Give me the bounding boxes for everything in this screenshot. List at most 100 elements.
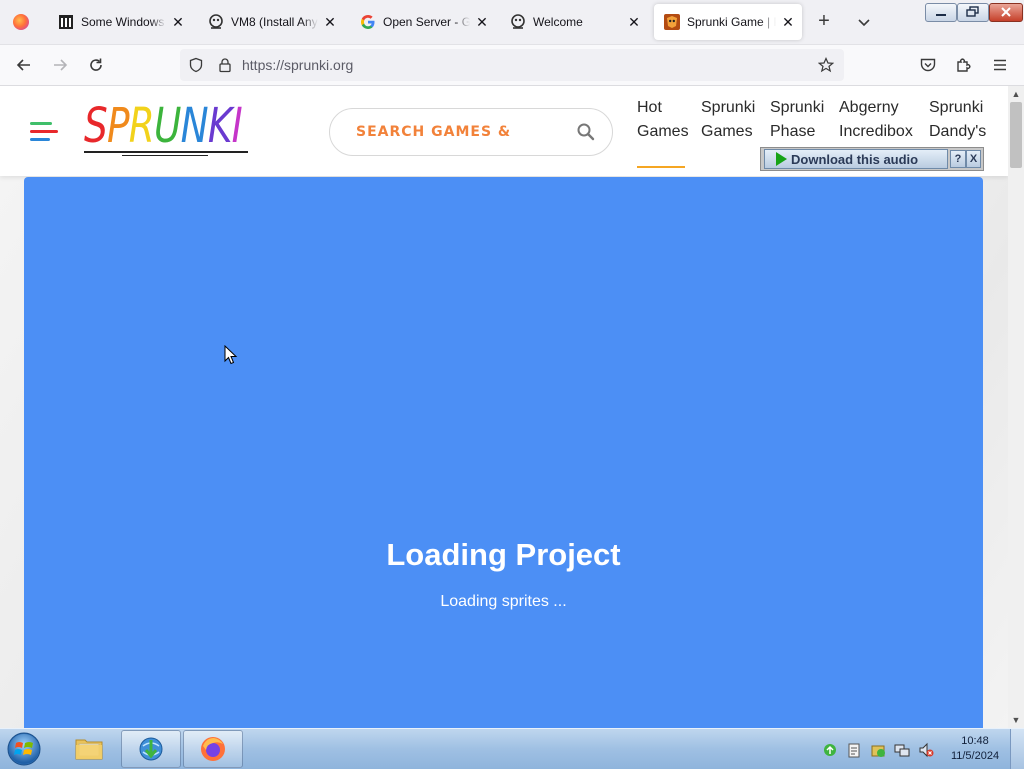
scroll-thumb[interactable] (1010, 102, 1022, 168)
site-header: SPRUNKI SEARCH GAMES & Hot Games Sprunki… (0, 86, 1008, 176)
logo-letter: U (154, 98, 181, 154)
pocket-button[interactable] (914, 52, 942, 78)
tab-close-button[interactable]: ✕ (322, 14, 338, 30)
nav-sprunki-phase[interactable]: Sprunki Phase (770, 96, 824, 144)
nav-active-indicator (637, 166, 685, 168)
nav-label-line2: Phase (770, 123, 816, 140)
tab-4-active[interactable]: Sprunki Game | Pl ✕ (654, 4, 802, 40)
google-icon (360, 14, 376, 30)
tab-2[interactable]: Open Server - Go ✕ (350, 4, 496, 40)
logo-letter: P (106, 98, 130, 154)
web-page: SPRUNKI SEARCH GAMES & Hot Games Sprunki… (0, 86, 1008, 728)
firefox-view-button[interactable] (0, 0, 42, 44)
search-box[interactable]: SEARCH GAMES & (329, 108, 613, 156)
restore-icon (966, 6, 979, 17)
lock-icon[interactable] (217, 57, 233, 73)
tab-1[interactable]: VM8 (Install Any O ✕ (198, 4, 344, 40)
nav-label-line1: Sprunki (770, 99, 825, 116)
new-tab-button[interactable]: + (812, 10, 836, 34)
taskbar-firefox[interactable] (183, 730, 243, 768)
tab-close-button[interactable]: ✕ (626, 14, 642, 30)
reload-button[interactable] (82, 52, 110, 78)
tab-close-button[interactable]: ✕ (170, 14, 186, 30)
tab-title: Open Server - Go (383, 15, 470, 29)
forward-button[interactable] (46, 52, 74, 78)
nav-label-line1: Hot (637, 99, 662, 116)
tab-title: Sprunki Game | Pl (687, 15, 776, 29)
app-menu-button[interactable] (986, 52, 1014, 78)
network-icon[interactable] (894, 742, 910, 758)
restore-button[interactable] (957, 3, 989, 22)
start-button[interactable] (4, 731, 44, 767)
logo-letter: R (128, 98, 155, 154)
windows-start-icon (7, 732, 41, 766)
logo-letter: I (231, 98, 243, 154)
security-icon[interactable] (870, 742, 886, 758)
minimize-icon (936, 14, 946, 16)
system-clock[interactable]: 10:48 11/5/2024 (944, 734, 1006, 764)
download-manager-icon (139, 737, 163, 761)
download-help-button[interactable]: ? (950, 150, 966, 168)
clock-time: 10:48 (961, 735, 989, 747)
scroll-up-icon[interactable]: ▲ (1008, 86, 1024, 102)
download-audio-button[interactable]: Download this audio (764, 149, 948, 169)
firefox-icon (201, 737, 225, 761)
scroll-down-icon[interactable]: ▼ (1008, 712, 1024, 728)
logo-letter: N (180, 98, 209, 154)
close-icon (1001, 7, 1011, 17)
taskbar-download-manager[interactable] (121, 730, 181, 768)
page-scrollbar[interactable]: ▲ ▼ (1008, 86, 1024, 728)
nav-label-line2: Dandy's (929, 123, 987, 140)
address-bar[interactable]: https://sprunki.org (180, 49, 844, 81)
close-window-button[interactable] (989, 3, 1023, 22)
back-button[interactable] (10, 52, 38, 78)
download-audio-bar: Download this audio ? X (760, 147, 984, 171)
nav-hot-games[interactable]: Hot Games (637, 96, 689, 144)
logo-letter: K (207, 98, 233, 154)
network-sync-icon[interactable] (822, 742, 838, 758)
search-input[interactable]: SEARCH GAMES & (356, 124, 511, 140)
download-close-button[interactable]: X (966, 150, 981, 168)
nav-label-line1: Sprunki (701, 99, 756, 116)
tab-0[interactable]: Some Windows 8 ✕ (48, 4, 192, 40)
show-desktop-button[interactable] (1010, 729, 1024, 769)
navigation-toolbar: https://sprunki.org (0, 45, 1024, 86)
volume-muted-icon[interactable] (918, 742, 934, 758)
hamburger-menu-icon[interactable] (30, 122, 58, 142)
loading-status: Loading sprites ... (440, 593, 567, 610)
tab-title: Welcome (533, 15, 583, 29)
logo-letter: S (84, 98, 108, 154)
tab-title: VM8 (Install Any O (231, 15, 318, 29)
clock-date: 11/5/2024 (950, 750, 1000, 762)
nav-sprunki-games[interactable]: Sprunki Games (701, 96, 755, 144)
nav-sprunki-dandys[interactable]: Sprunki Dandy's (929, 96, 986, 144)
minimize-button[interactable] (925, 3, 957, 22)
tab-close-button[interactable]: ✕ (780, 14, 796, 30)
search-icon[interactable] (576, 122, 596, 142)
star-bookmark-icon[interactable] (818, 57, 834, 73)
arrow-left-icon (16, 59, 30, 71)
arrow-right-icon (54, 59, 68, 71)
clipboard-icon[interactable] (846, 742, 862, 758)
menu-icon (994, 59, 1006, 71)
tab-strip: Some Windows 8 ✕ VM8 (Install Any O ✕ Op… (0, 0, 1024, 45)
logo-text: SPRUNKI (84, 98, 243, 154)
sprunki-logo[interactable]: SPRUNKI (84, 98, 243, 156)
download-audio-label: Download this audio (791, 151, 919, 167)
sprunki-icon (664, 14, 680, 30)
extensions-button[interactable] (950, 52, 978, 78)
list-all-tabs-button[interactable] (852, 10, 876, 34)
explorer-icon (75, 739, 103, 760)
nav-label-line1: Sprunki (929, 99, 984, 116)
game-canvas[interactable]: Loading Project Loading sprites ... (24, 177, 983, 728)
nav-label-line2: Games (701, 123, 753, 140)
nav-abgerny-incredibox[interactable]: Abgerny Incredibox (839, 96, 913, 144)
chevron-down-icon (858, 19, 870, 27)
windows-taskbar: 10:48 11/5/2024 (0, 728, 1024, 769)
tab-close-button[interactable]: ✕ (474, 14, 490, 30)
tab-3[interactable]: Welcome ✕ (500, 4, 648, 40)
vm-icon (208, 14, 224, 30)
url-text: https://sprunki.org (242, 57, 354, 73)
taskbar-explorer[interactable] (60, 730, 118, 766)
shield-icon[interactable] (188, 57, 204, 73)
